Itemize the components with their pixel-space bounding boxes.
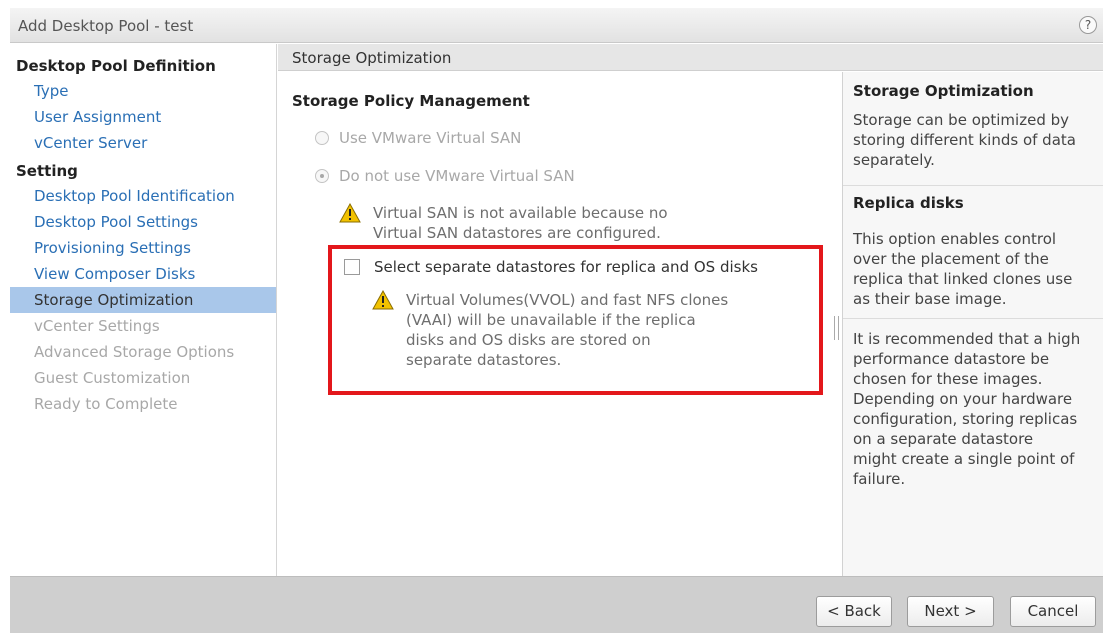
warning-text: Virtual SAN datastores are configured. bbox=[373, 224, 661, 242]
radio-button bbox=[315, 169, 329, 183]
help-line: configuration, storing replicas bbox=[853, 410, 1078, 428]
main-content: Storage Policy Management Use VMware Vir… bbox=[278, 72, 841, 576]
help-line: might create a single point of bbox=[853, 450, 1075, 468]
help-line: over the placement of the bbox=[853, 250, 1049, 268]
warning-text: Virtual SAN is not available because no bbox=[373, 204, 668, 222]
nav-item-advanced-storage-options: Advanced Storage Options bbox=[34, 343, 235, 361]
warning-text: Virtual Volumes(VVOL) and fast NFS clone… bbox=[406, 291, 729, 309]
help-line: failure. bbox=[853, 470, 906, 488]
warning-text: separate datastores. bbox=[406, 351, 562, 369]
help-line: Depending on your hardware bbox=[853, 390, 1073, 408]
warning-triangle-icon bbox=[372, 290, 394, 310]
help-text: This option enables control over the pla… bbox=[853, 229, 1103, 309]
help-line: It is recommended that a high bbox=[853, 330, 1081, 348]
page-header: Storage Optimization bbox=[278, 44, 1103, 71]
radio-use-vsan: Use VMware Virtual SAN bbox=[315, 128, 521, 148]
divider bbox=[843, 185, 1103, 186]
dialog-footer: < Back Next > Cancel bbox=[10, 576, 1103, 633]
help-line: separately. bbox=[853, 151, 935, 169]
help-title: Replica disks bbox=[853, 194, 964, 212]
help-line: chosen for these images. bbox=[853, 370, 1043, 388]
next-button[interactable]: Next > bbox=[907, 596, 994, 627]
help-line: on a separate datastore bbox=[853, 430, 1034, 448]
help-line: replica that linked clones use bbox=[853, 270, 1073, 288]
separate-datastores-checkbox[interactable] bbox=[344, 259, 360, 275]
splitter-grip-icon[interactable] bbox=[834, 316, 839, 340]
help-icon[interactable]: ? bbox=[1079, 16, 1097, 34]
nav-item-user-assignment[interactable]: User Assignment bbox=[10, 104, 276, 130]
vsan-warning: Virtual SAN is not available because no … bbox=[339, 203, 668, 243]
help-line: Storage can be optimized by bbox=[853, 111, 1070, 129]
nav-item-guest-customization: Guest Customization bbox=[34, 369, 191, 387]
dialog-title: Add Desktop Pool - test bbox=[18, 17, 194, 35]
section-heading: Storage Policy Management bbox=[292, 92, 530, 110]
radio-button bbox=[315, 131, 329, 145]
nav-section-setting: Setting bbox=[16, 162, 78, 180]
nav-item-storage-optimization[interactable]: Storage Optimization bbox=[10, 287, 276, 313]
nav-item-vcenter-server[interactable]: vCenter Server bbox=[10, 130, 276, 156]
nav-item-type[interactable]: Type bbox=[10, 78, 276, 104]
separate-datastores-option[interactable]: Select separate datastores for replica a… bbox=[344, 258, 758, 276]
help-text: It is recommended that a high performanc… bbox=[853, 329, 1103, 489]
nav-section-definition: Desktop Pool Definition bbox=[16, 57, 216, 75]
nav-item-desktop-pool-identification[interactable]: Desktop Pool Identification bbox=[10, 183, 276, 209]
help-panel: Storage Optimization Storage can be opti… bbox=[842, 72, 1103, 576]
divider bbox=[843, 318, 1103, 319]
nav-item-ready-to-complete: Ready to Complete bbox=[34, 395, 178, 413]
nav-item-view-composer-disks[interactable]: View Composer Disks bbox=[10, 261, 276, 287]
warning-text: (VAAI) will be unavailable if the replic… bbox=[406, 311, 696, 329]
nav-item-vcenter-settings: vCenter Settings bbox=[34, 317, 160, 335]
page-title: Storage Optimization bbox=[292, 49, 452, 67]
wizard-nav: Desktop Pool Definition Type User Assign… bbox=[10, 44, 277, 576]
vvol-warning: Virtual Volumes(VVOL) and fast NFS clone… bbox=[372, 290, 728, 370]
warning-triangle-icon bbox=[339, 203, 361, 223]
radio-label: Do not use VMware Virtual SAN bbox=[339, 167, 575, 185]
nav-item-provisioning-settings[interactable]: Provisioning Settings bbox=[10, 235, 276, 261]
checkbox-label[interactable]: Select separate datastores for replica a… bbox=[374, 258, 758, 276]
nav-item-desktop-pool-settings[interactable]: Desktop Pool Settings bbox=[10, 209, 276, 235]
radio-no-vsan: Do not use VMware Virtual SAN bbox=[315, 166, 575, 186]
help-line: as their base image. bbox=[853, 290, 1007, 308]
back-button[interactable]: < Back bbox=[816, 596, 892, 627]
help-title: Storage Optimization bbox=[853, 82, 1034, 100]
cancel-button[interactable]: Cancel bbox=[1010, 596, 1096, 627]
help-line: performance datastore be bbox=[853, 350, 1050, 368]
help-line: storing different kinds of data bbox=[853, 131, 1076, 149]
warning-text: disks and OS disks are stored on bbox=[406, 331, 651, 349]
dialog-titlebar: Add Desktop Pool - test ? bbox=[10, 8, 1103, 43]
radio-label: Use VMware Virtual SAN bbox=[339, 129, 522, 147]
help-text: Storage can be optimized by storing diff… bbox=[853, 110, 1103, 170]
help-line: This option enables control bbox=[853, 230, 1057, 248]
